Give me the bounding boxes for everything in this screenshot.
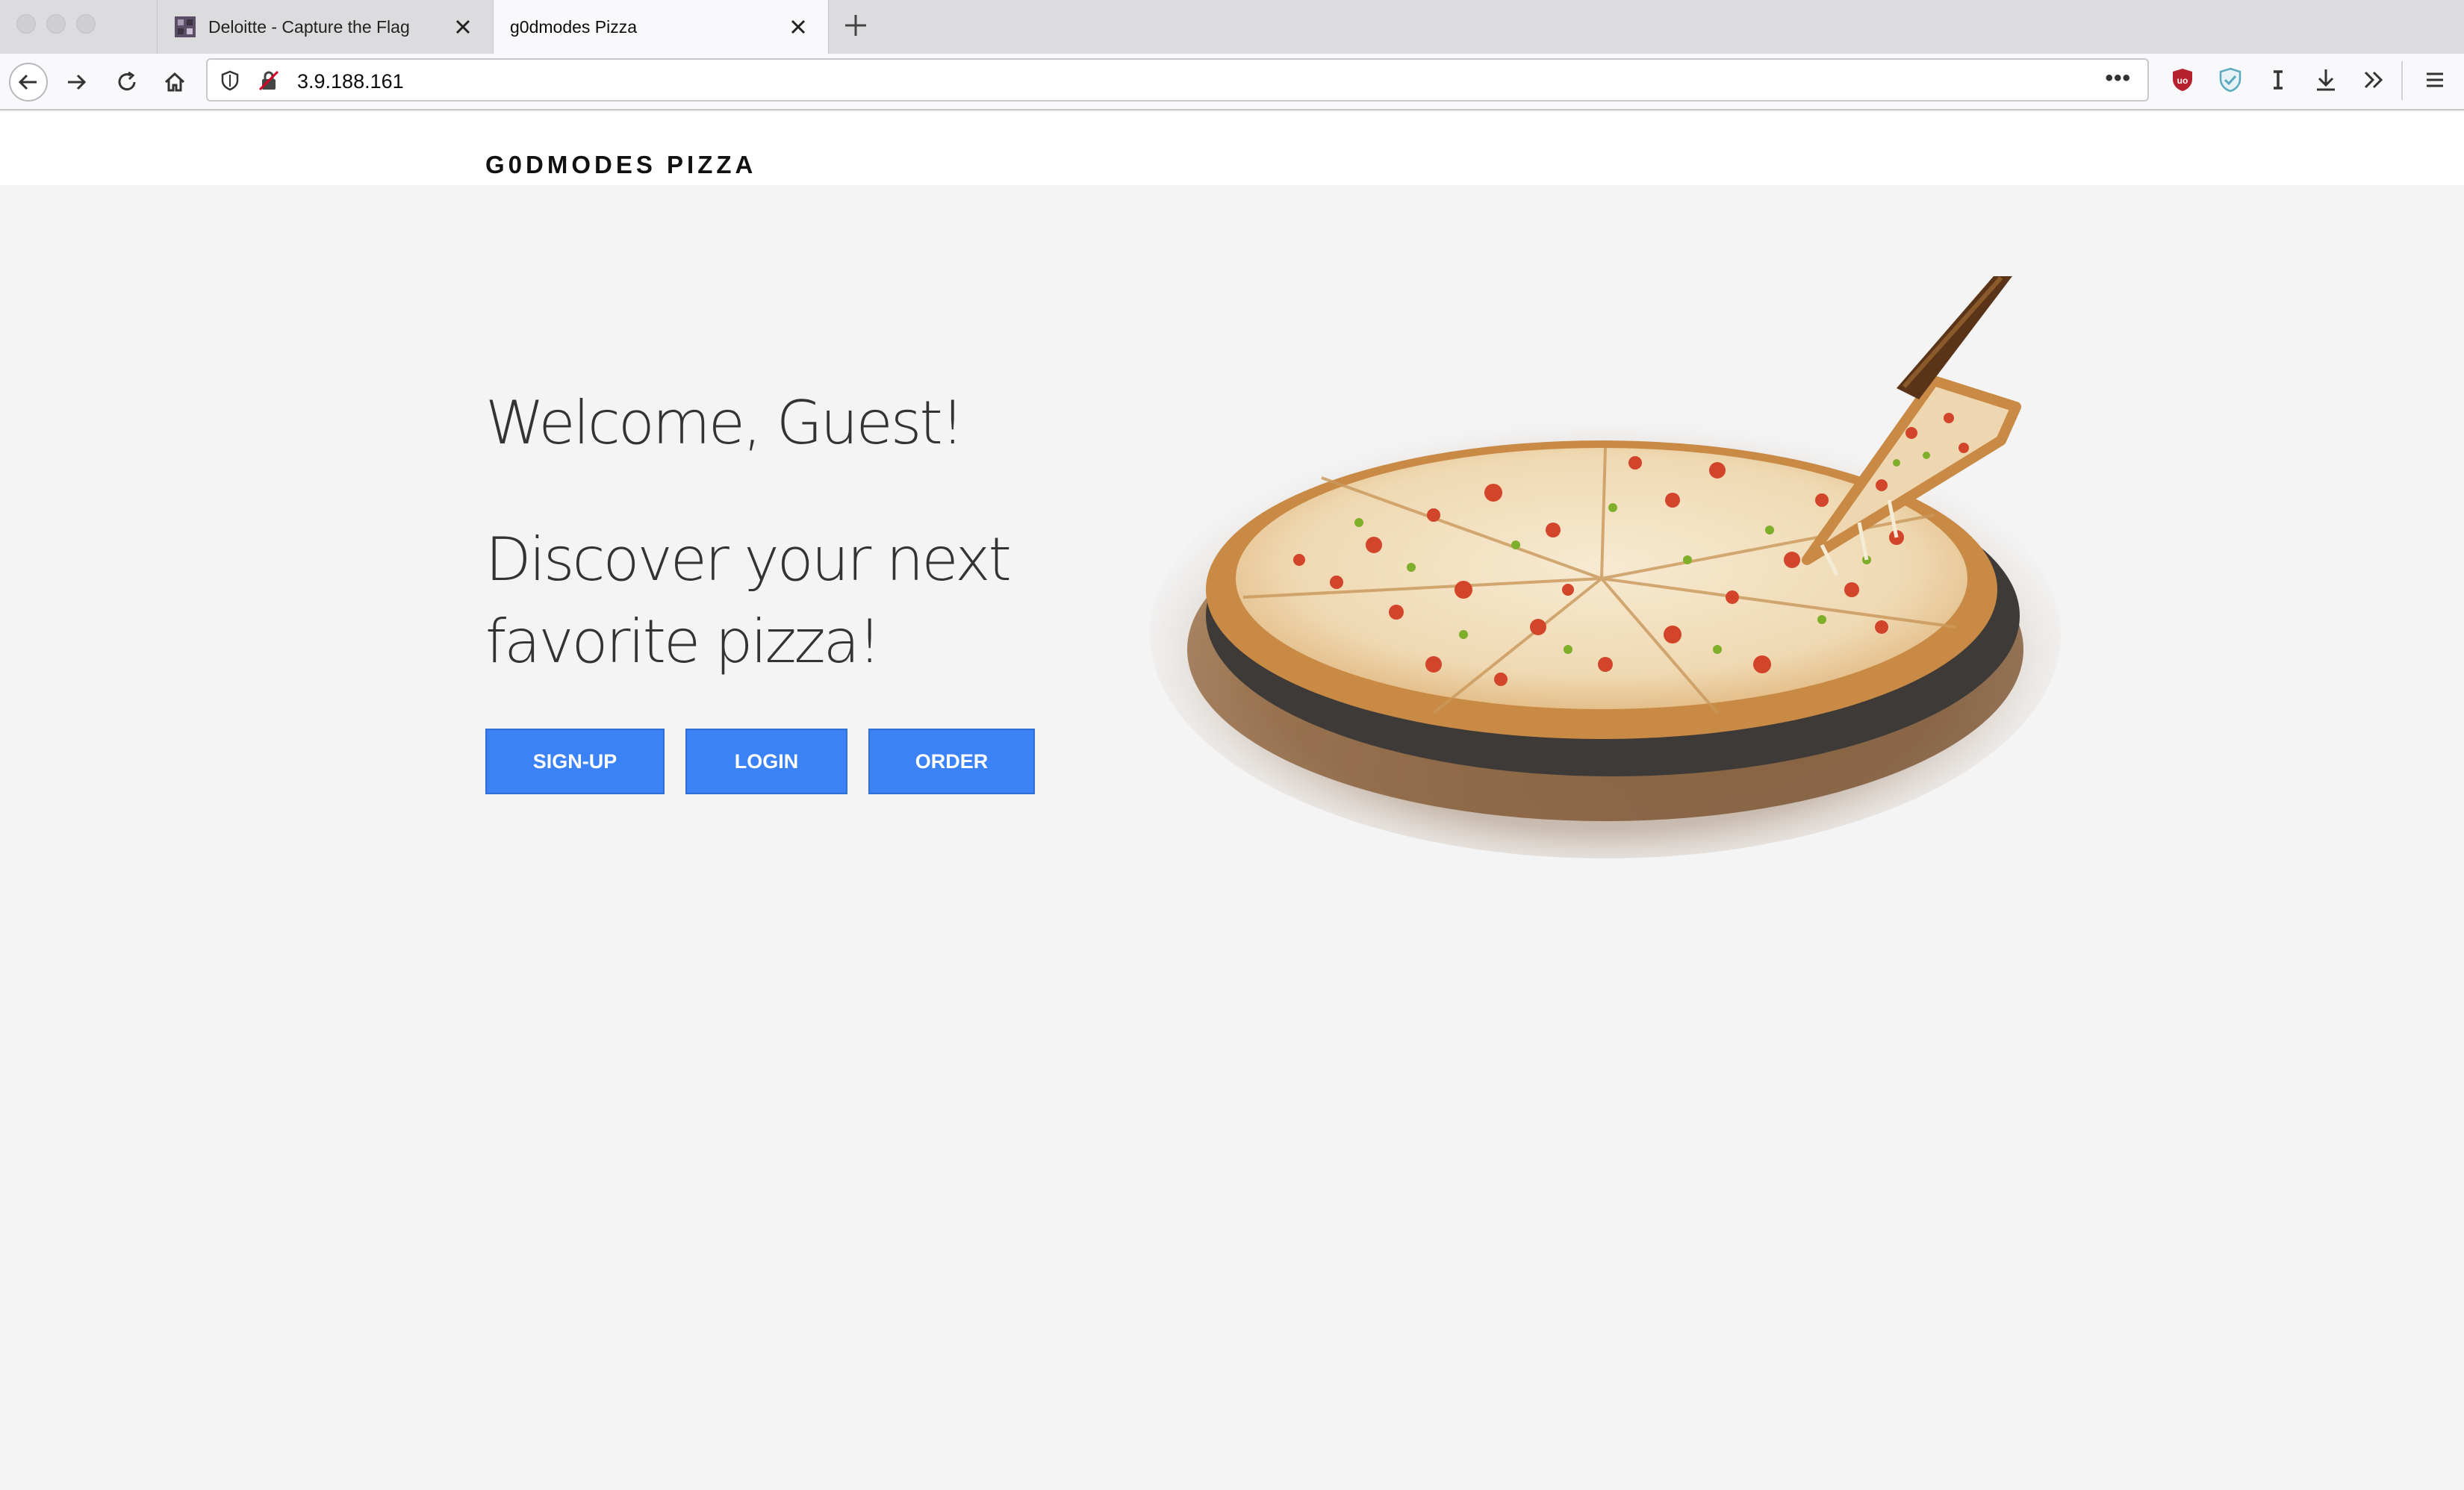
window-close-dot[interactable]	[16, 14, 36, 34]
app-menu-button[interactable]	[2418, 63, 2452, 97]
close-icon[interactable]	[785, 13, 812, 40]
tab-title: Deloitte - Capture the Flag	[208, 16, 410, 37]
deloitte-favicon-icon	[175, 16, 196, 37]
forward-button[interactable]	[57, 63, 96, 102]
instapaper-extension[interactable]	[2261, 63, 2295, 97]
tracking-shield-icon[interactable]	[218, 69, 242, 93]
hamburger-menu-icon	[2427, 72, 2443, 87]
hero-tagline: Discover your next favorite pizza!	[485, 525, 1012, 676]
insecure-lock-icon[interactable]	[257, 69, 281, 93]
privacy-badger-extension[interactable]	[2213, 63, 2247, 97]
url-text[interactable]: 3.9.188.161	[297, 70, 404, 93]
double-chevron-right-icon	[2364, 71, 2383, 89]
reload-button[interactable]	[108, 63, 146, 102]
pizza-hero-image	[1150, 276, 2061, 858]
home-button[interactable]	[155, 63, 194, 102]
instapaper-i-icon	[2274, 70, 2283, 90]
tab-title: g0dmodes Pizza	[510, 16, 638, 37]
signup-button[interactable]: SIGN-UP	[485, 729, 665, 794]
site-brand-logo[interactable]: G0DMODES PIZZA	[485, 151, 756, 179]
tab-g0dmodes-pizza[interactable]: g0dmodes Pizza	[493, 0, 829, 54]
window-zoom-dot[interactable]	[76, 14, 96, 34]
tab-deloitte[interactable]: Deloitte - Capture the Flag	[157, 0, 493, 54]
download-arrow-icon	[2317, 69, 2335, 91]
page-actions-menu[interactable]: •••	[2105, 66, 2131, 91]
order-button[interactable]: ORDER	[868, 729, 1035, 794]
privacy-shield-icon	[2219, 67, 2241, 93]
svg-text:uo: uo	[2177, 75, 2188, 86]
address-bar[interactable]: 3.9.188.161 •••	[206, 58, 2149, 102]
welcome-heading: Welcome, Guest!	[485, 388, 965, 458]
tab-strip: Deloitte - Capture the Flag g0dmodes Piz…	[0, 0, 2464, 54]
downloads-button[interactable]	[2309, 63, 2343, 97]
new-tab-plus-icon[interactable]	[841, 10, 871, 40]
home-icon	[164, 72, 185, 92]
reload-icon	[118, 71, 136, 91]
close-icon[interactable]	[449, 13, 476, 40]
ublock-origin-extension[interactable]: uo	[2165, 63, 2200, 97]
back-button[interactable]	[9, 63, 48, 102]
window-minimize-dot[interactable]	[46, 14, 66, 34]
site-header: G0DMODES PIZZA	[0, 112, 2464, 185]
forward-arrow-icon	[68, 74, 87, 90]
back-arrow-icon	[18, 74, 37, 90]
toolbar-separator	[2401, 61, 2403, 100]
more-tools-button[interactable]	[2356, 63, 2391, 97]
login-button[interactable]: LOGIN	[685, 729, 847, 794]
ublock-shield-icon: uo	[2173, 69, 2192, 91]
